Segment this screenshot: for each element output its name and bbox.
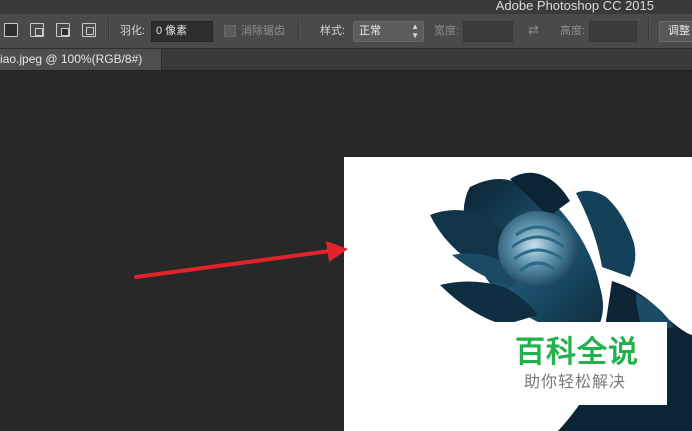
intersect-selection-icon[interactable] — [82, 23, 96, 37]
refine-edge-button[interactable]: 调整 — [659, 21, 692, 42]
swap-dimensions-icon[interactable]: ⇄ — [528, 23, 539, 37]
add-to-selection-icon[interactable] — [30, 23, 44, 37]
annotation-arrow — [134, 241, 348, 279]
app-title: Adobe Photoshop CC 2015 — [495, 0, 654, 13]
canvas-workspace[interactable]: 百科全说 助你轻松解决 — [0, 71, 692, 431]
document-tab[interactable]: iao.jpeg @ 100%(RGB/8#) — [0, 49, 162, 70]
antialias-label: 消除锯齿 — [241, 25, 285, 37]
toolbar-divider — [298, 19, 300, 43]
style-label: 样式: — [320, 25, 346, 37]
subtract-from-selection-icon[interactable] — [56, 23, 70, 37]
width-input[interactable] — [463, 21, 513, 42]
toolbar-divider — [648, 19, 650, 43]
width-label: 宽度: — [434, 25, 460, 37]
feather-label: 羽化: — [120, 25, 146, 37]
antialias-checkbox[interactable] — [224, 25, 236, 37]
select-arrows-icon: ▲ ▼ — [411, 22, 419, 40]
style-select-value: 正常 — [359, 25, 381, 37]
options-bar: 羽化: 0 像素 消除锯齿 样式: 正常 ▲ ▼ 宽度: ⇄ 高度: 调整 — [0, 14, 692, 49]
height-label: 高度: — [560, 25, 586, 37]
style-select[interactable]: 正常 ▲ ▼ — [353, 21, 424, 42]
document-tab-bar: iao.jpeg @ 100%(RGB/8#) — [0, 49, 692, 71]
height-input[interactable] — [589, 21, 637, 42]
title-bar: Adobe Photoshop CC 2015 — [0, 0, 692, 14]
toolbar-divider — [108, 19, 110, 43]
new-selection-icon[interactable] — [4, 23, 18, 37]
feather-input[interactable]: 0 像素 — [151, 21, 213, 42]
document-tab-label: iao.jpeg @ 100%(RGB/8#) — [0, 52, 143, 66]
